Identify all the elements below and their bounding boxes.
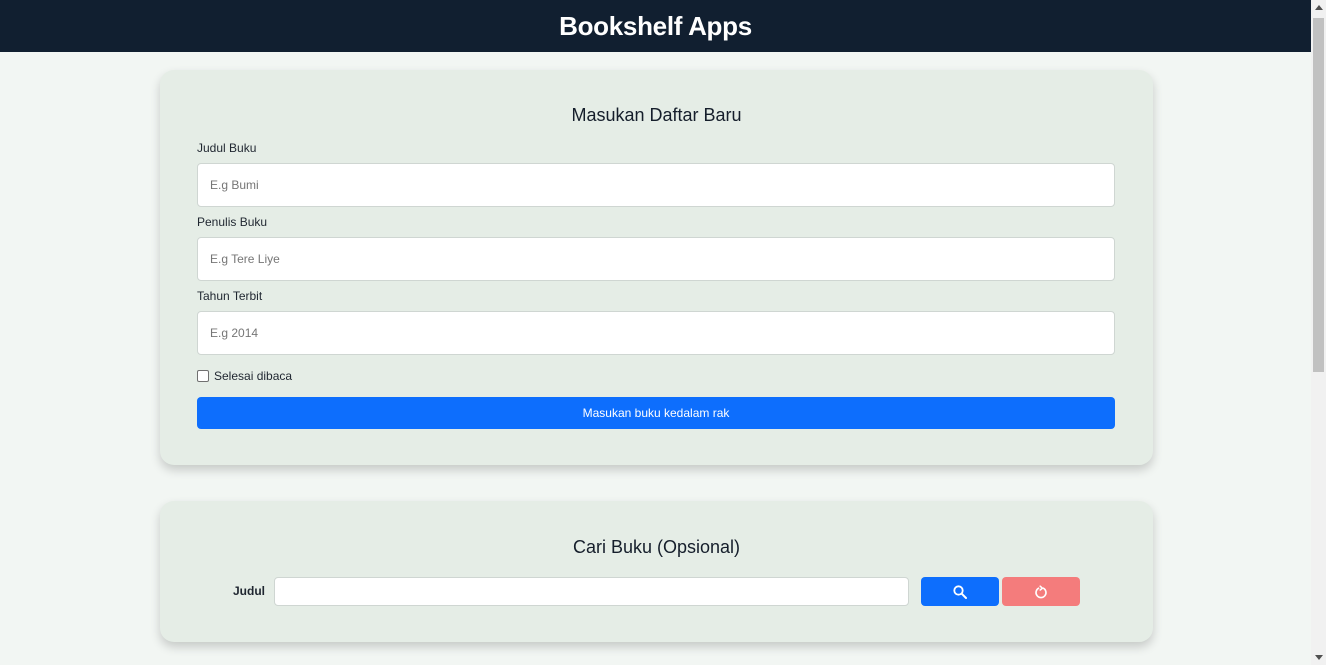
finished-reading-row: Selesai dibaca: [197, 369, 292, 383]
book-title-input[interactable]: [197, 163, 1115, 207]
page: Bookshelf Apps Masukan Daftar Baru Judul…: [0, 0, 1311, 665]
book-author-label: Penulis Buku: [197, 215, 268, 229]
finished-reading-checkbox[interactable]: [197, 370, 209, 382]
book-title-label: Judul Buku: [197, 141, 257, 155]
scroll-down-icon[interactable]: [1311, 650, 1326, 665]
finished-reading-label[interactable]: Selesai dibaca: [214, 369, 292, 383]
add-book-title: Masukan Daftar Baru: [571, 105, 742, 125]
reset-icon: [1035, 584, 1047, 598]
search-title-label: Judul: [233, 584, 265, 598]
book-year-label: Tahun Terbit: [197, 289, 263, 303]
reset-button[interactable]: [1002, 577, 1080, 606]
search-title-input[interactable]: [274, 577, 909, 606]
search-book-title: Cari Buku (Opsional): [572, 537, 741, 557]
search-button[interactable]: [921, 577, 999, 606]
vertical-scrollbar[interactable]: [1311, 0, 1326, 665]
submit-book-button[interactable]: Masukan buku kedalam rak: [197, 397, 1115, 429]
app-header: Bookshelf Apps: [0, 0, 1311, 52]
scroll-up-icon[interactable]: [1311, 0, 1326, 15]
book-year-input[interactable]: [197, 311, 1115, 355]
scrollbar-thumb[interactable]: [1313, 18, 1324, 372]
add-book-card: Masukan Daftar Baru Judul Buku Penulis B…: [160, 70, 1153, 465]
book-author-input[interactable]: [197, 237, 1115, 281]
app-title: Bookshelf Apps: [559, 10, 752, 41]
search-icon: [953, 584, 967, 599]
search-book-card: Cari Buku (Opsional) Judul: [160, 501, 1153, 642]
